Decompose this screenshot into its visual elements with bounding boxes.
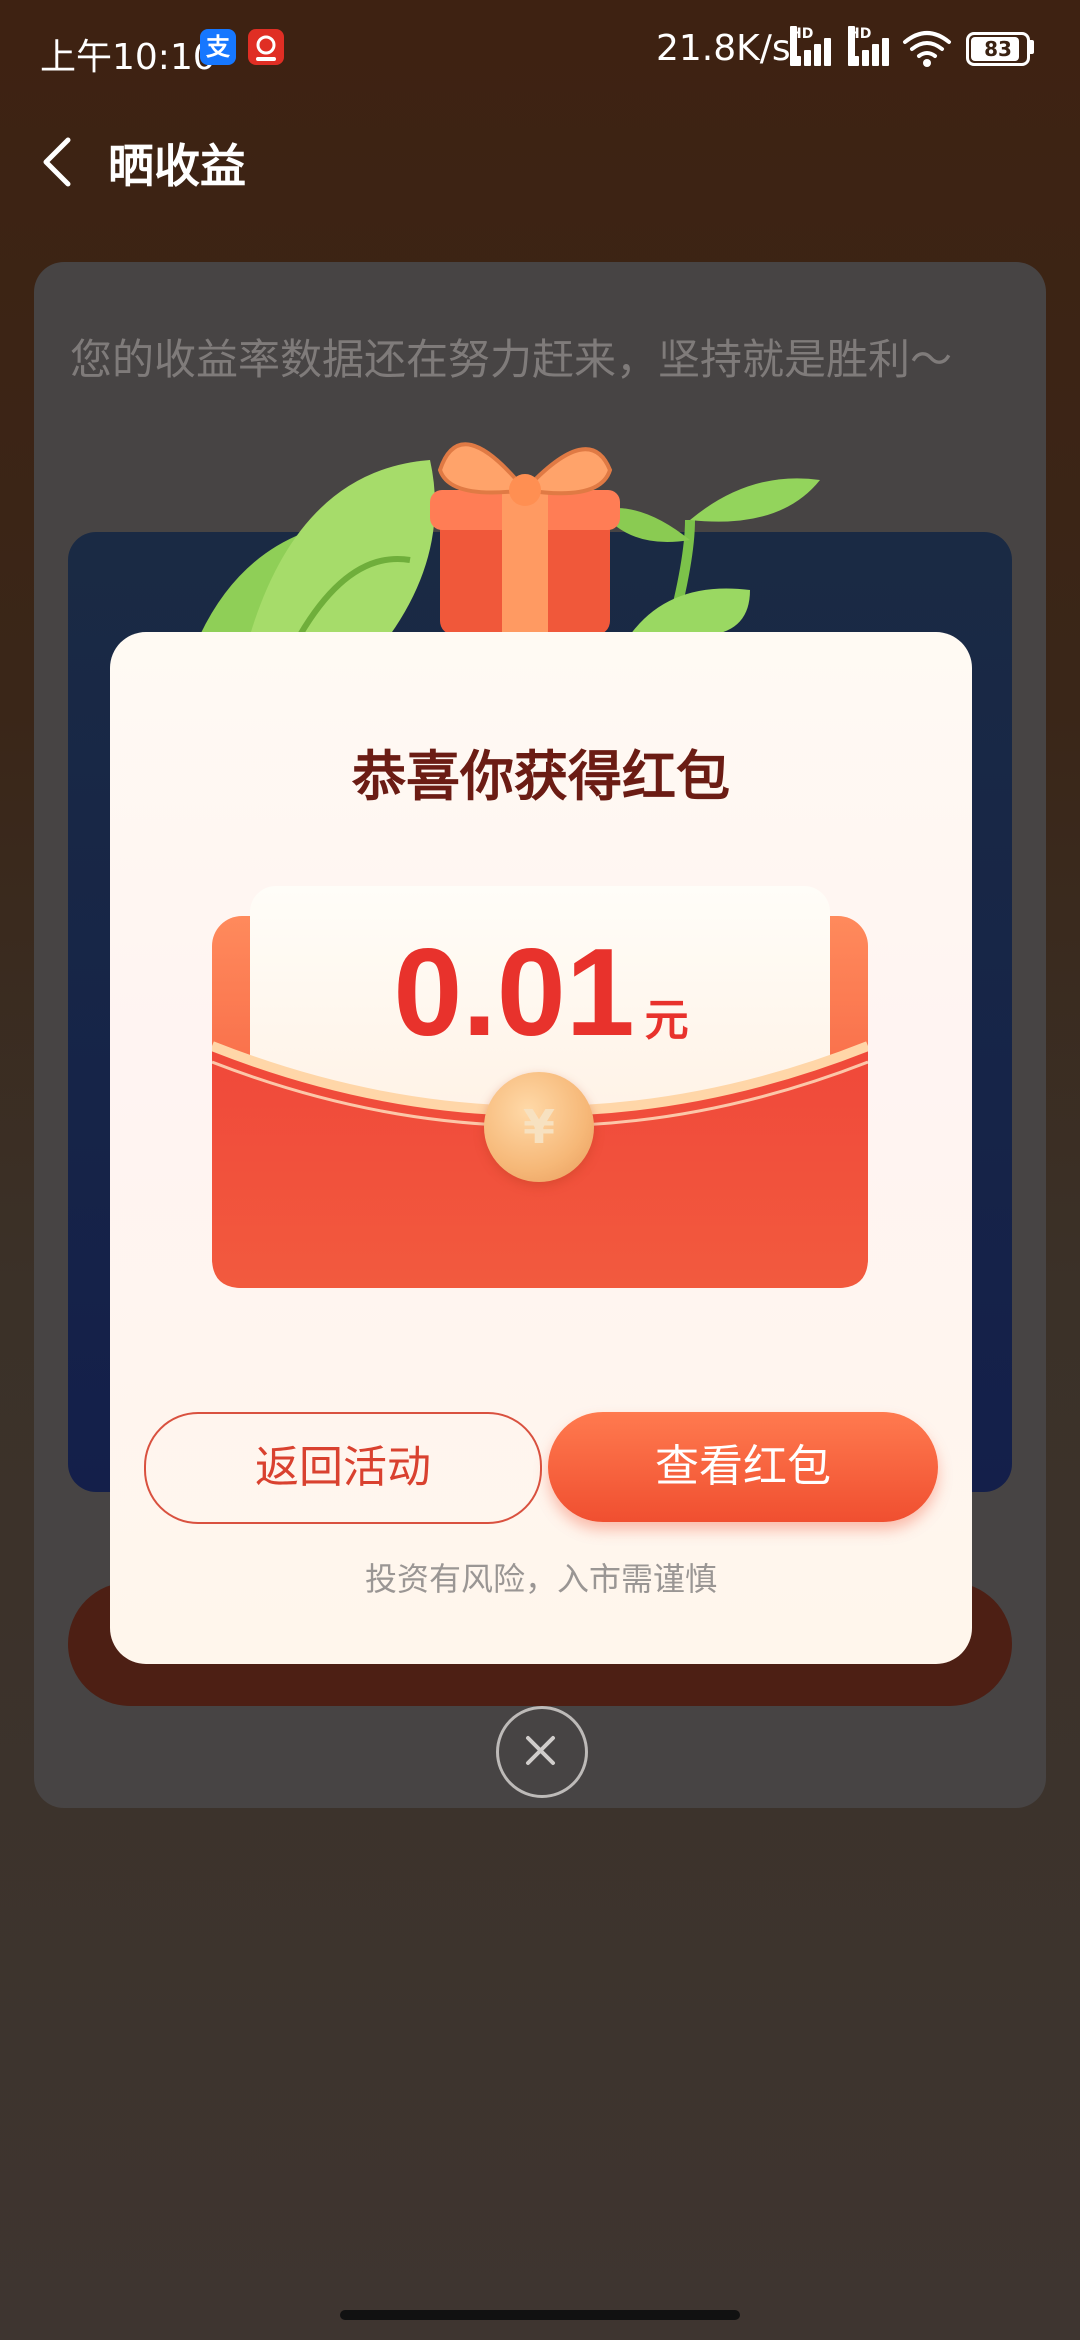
net-speed: 21.8K/s xyxy=(656,28,791,69)
coin-glyph: ¥ xyxy=(522,1100,555,1154)
battery-level: 83 xyxy=(984,37,1012,61)
yuan-coin-icon: ¥ xyxy=(484,1072,594,1182)
close-button[interactable] xyxy=(496,1706,588,1798)
status-time: 上午10:10 xyxy=(40,37,216,78)
pinduoduo-icon xyxy=(248,29,284,65)
risk-disclaimer: 投资有风险，入市需谨慎 xyxy=(364,1560,717,1598)
view-red-packet-button[interactable]: 查看红包 xyxy=(548,1412,938,1522)
page-title: 晒收益 xyxy=(108,139,246,193)
amount-value: 0.01 xyxy=(393,924,635,1062)
red-packet-modal: 恭喜你获得红包 0.01 元 ¥ 返回活动 查看红包 投资有风险，入市需谨慎 xyxy=(110,632,972,1664)
return-activity-button[interactable]: 返回活动 xyxy=(144,1412,542,1524)
battery-cap xyxy=(1030,40,1034,54)
home-indicator[interactable] xyxy=(340,2310,740,2320)
wifi-icon xyxy=(902,30,952,72)
gift-decoration xyxy=(190,410,840,650)
alipay-icon: 支 xyxy=(200,29,236,65)
amount-display: 0.01 元 xyxy=(110,922,972,1064)
battery-indicator: 83 xyxy=(966,32,1030,66)
status-bar: 上午10:10 支 21.8K/s HD HD 83 xyxy=(0,0,1080,100)
amount-unit: 元 xyxy=(644,995,689,1046)
modal-title: 恭喜你获得红包 xyxy=(352,745,730,808)
close-icon xyxy=(526,1736,555,1765)
back-button[interactable] xyxy=(30,132,90,192)
background-message: 您的收益率数据还在努力赶来，坚持就是胜利～ xyxy=(70,335,953,384)
signal-icon: HD xyxy=(790,26,840,66)
chevron-left-icon xyxy=(43,137,71,187)
header: 晒收益 xyxy=(0,112,1080,212)
signal-icon: HD xyxy=(848,26,898,66)
